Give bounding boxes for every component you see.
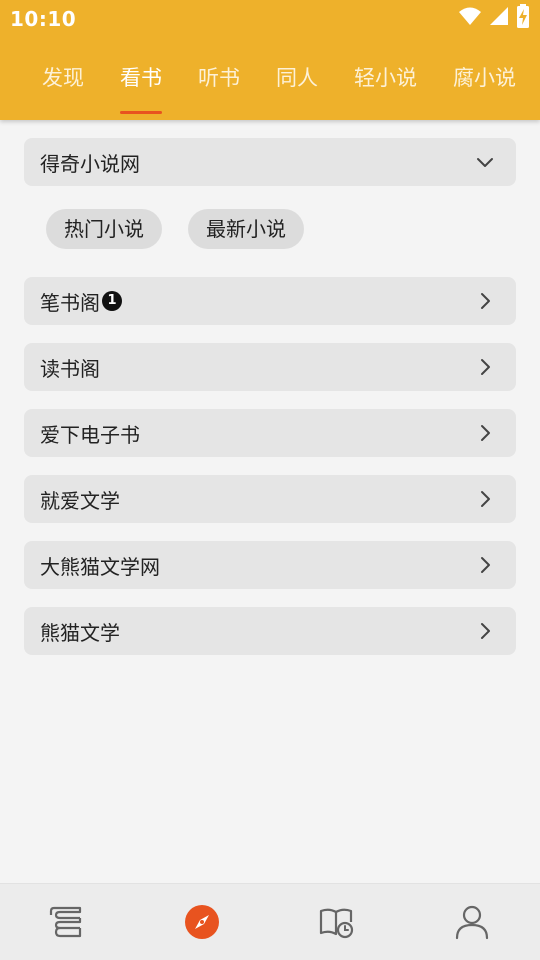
status-time: 10:10 [10,7,77,31]
list-item[interactable]: 就爱文学 [24,475,516,523]
chevron-right-icon [474,488,496,510]
battery-charging-icon [516,4,530,32]
category-tabs: 发现 看书 听书 同人 轻小说 腐小说 [0,58,540,116]
status-icons [458,4,530,32]
wifi-icon [458,5,482,31]
main-content: 得奇小说网 热门小说 最新小说 笔书阁 1 读书阁 爱下电子书 就爱文学 大熊猫… [0,120,540,883]
history-book-icon [317,908,357,946]
chip-latest-novels[interactable]: 最新小说 [188,209,304,249]
chevron-right-icon [474,554,496,576]
compass-icon [182,905,222,946]
header-bar: 10:10 发现 看书 听书 同人 轻小说 腐小说 [0,0,540,120]
nav-discover-button[interactable] [182,902,222,942]
list-item-label: 读书阁 [40,356,100,381]
chip-hot-novels[interactable]: 热门小说 [46,209,162,249]
signal-icon [488,5,510,31]
tab-fanfic[interactable]: 同人 [276,64,318,104]
chevron-down-icon [474,151,496,173]
source-dropdown-value: 得奇小说网 [40,151,140,176]
tab-discover[interactable]: 发现 [42,64,84,104]
list-item-label: 大熊猫文学网 [40,554,160,579]
bottom-navigation [0,883,540,960]
nav-history-button[interactable] [317,902,357,942]
chevron-right-icon [474,356,496,378]
status-bar: 10:10 [0,0,540,38]
tab-read[interactable]: 看书 [120,64,162,104]
count-badge: 1 [102,291,122,311]
list-item[interactable]: 爱下电子书 [24,409,516,457]
list-item[interactable]: 熊猫文学 [24,607,516,655]
list-item-label: 爱下电子书 [40,422,140,447]
chevron-right-icon [474,620,496,642]
list-item[interactable]: 大熊猫文学网 [24,541,516,589]
list-item[interactable]: 笔书阁 1 [24,277,516,325]
list-item-label: 熊猫文学 [40,620,120,645]
bookshelf-icon [47,906,87,946]
list-item[interactable]: 读书阁 [24,343,516,391]
list-item-label: 笔书阁 [40,290,100,315]
source-dropdown[interactable]: 得奇小说网 [24,138,516,186]
nav-profile-button[interactable] [452,902,492,942]
tab-listen[interactable]: 听书 [198,64,240,104]
chevron-right-icon [474,422,496,444]
nav-bookshelf-button[interactable] [47,902,87,942]
chevron-right-icon [474,290,496,312]
list-item-label: 就爱文学 [40,488,120,513]
tab-bl-novel[interactable]: 腐小说 [453,64,516,104]
profile-icon [452,905,492,946]
tab-light-novel[interactable]: 轻小说 [354,64,417,104]
tab-active-indicator [120,111,162,114]
